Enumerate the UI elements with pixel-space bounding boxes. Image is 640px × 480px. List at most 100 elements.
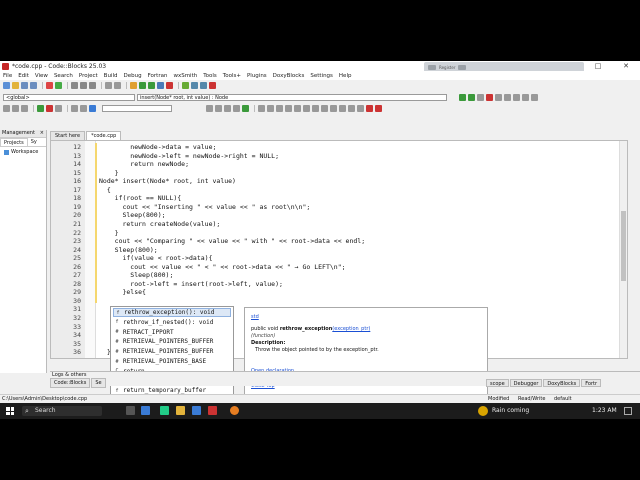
- chart-icon[interactable]: [321, 105, 328, 112]
- bookmark-clear-icon[interactable]: [513, 93, 520, 101]
- abort-icon[interactable]: [166, 81, 173, 89]
- open-file-icon[interactable]: [12, 81, 19, 89]
- find-prev-icon[interactable]: [71, 105, 78, 112]
- autocomplete-item[interactable]: # RETRIEVAL_POINTERS_BUFFER: [113, 337, 231, 346]
- scrollbar-thumb[interactable]: [621, 211, 626, 281]
- tab-doxyblocks[interactable]: DoxyBlocks: [543, 379, 581, 387]
- code-line[interactable]: return newNode;: [99, 160, 189, 168]
- chart2-icon[interactable]: [330, 105, 337, 112]
- zoom-out-icon[interactable]: [357, 105, 364, 112]
- code-line[interactable]: newNode->left = newNode->right = NULL;: [99, 152, 279, 160]
- autocomplete-item[interactable]: f rethrow_exception(): void: [113, 308, 231, 317]
- file-explorer-icon[interactable]: [176, 406, 185, 415]
- undo-icon[interactable]: [46, 81, 53, 89]
- save-all-icon[interactable]: [30, 81, 37, 89]
- paste-icon[interactable]: [89, 81, 96, 89]
- find-icon[interactable]: [105, 81, 112, 89]
- error-icon[interactable]: [46, 105, 53, 112]
- symbol-combo[interactable]: insert(Node* root, int value) : Node: [137, 93, 447, 101]
- regex-combo[interactable]: [102, 105, 172, 112]
- arrow-down-icon[interactable]: [233, 105, 240, 112]
- doc-namespace-link[interactable]: std: [251, 314, 259, 320]
- jump-icon[interactable]: [477, 93, 484, 101]
- menu-view[interactable]: View: [35, 73, 48, 79]
- menu-search[interactable]: Search: [54, 73, 73, 79]
- c-icon[interactable]: [375, 105, 382, 112]
- match-icon[interactable]: [55, 105, 62, 112]
- clock[interactable]: 1:23 AM: [592, 406, 617, 416]
- autocomplete-item[interactable]: f rethrow_if_nested(): void: [113, 318, 231, 327]
- tab-cscope[interactable]: scope: [486, 379, 509, 387]
- code-line[interactable]: Sleep(800);: [99, 271, 173, 279]
- code-line[interactable]: }: [99, 169, 119, 177]
- menu-settings[interactable]: Settings: [310, 73, 333, 79]
- loop-icon[interactable]: [312, 105, 319, 112]
- scope-combo[interactable]: <global>: [3, 93, 135, 101]
- code-line[interactable]: Sleep(800);: [99, 246, 158, 254]
- rebuild-icon[interactable]: [157, 81, 164, 89]
- code-line[interactable]: }: [99, 348, 111, 356]
- tab-search-results[interactable]: Se: [91, 378, 106, 388]
- codeblocks-taskbar-icon[interactable]: [208, 406, 217, 415]
- debug-stop-icon[interactable]: [209, 81, 216, 89]
- menu-plugins[interactable]: Plugins: [247, 73, 267, 79]
- autocomplete-item[interactable]: # RETRIEVAL_POINTERS_BASE: [113, 357, 231, 366]
- code-line[interactable]: return createNode(value);: [99, 220, 220, 228]
- workspace-node[interactable]: Workspace: [0, 147, 46, 155]
- firefox-icon[interactable]: [230, 406, 239, 415]
- code-line[interactable]: }else{: [99, 288, 146, 296]
- bookmark-next-icon[interactable]: [504, 93, 511, 101]
- code-line[interactable]: if(value < root->data){: [99, 254, 212, 262]
- menu-edit[interactable]: Edit: [18, 73, 29, 79]
- menu-fortran[interactable]: Fortran: [148, 73, 168, 79]
- maximize-button[interactable]: □: [584, 61, 612, 71]
- menu-help[interactable]: Help: [339, 73, 352, 79]
- pointer-icon[interactable]: [258, 105, 265, 112]
- menu-doxyblocks[interactable]: DoxyBlocks: [273, 73, 305, 79]
- toggle-icon[interactable]: [21, 105, 28, 112]
- nav-back-icon[interactable]: [459, 93, 466, 101]
- zoom-in-icon[interactable]: [348, 105, 355, 112]
- menu-build[interactable]: Build: [104, 73, 118, 79]
- select-icon[interactable]: [242, 105, 249, 112]
- menu-debug[interactable]: Debug: [123, 73, 141, 79]
- rhombus-icon[interactable]: [294, 105, 301, 112]
- doc-signature-param[interactable]: (exception_ptr): [332, 326, 370, 332]
- menu-file[interactable]: File: [3, 73, 12, 79]
- replace-icon[interactable]: [114, 81, 121, 89]
- tab-fortran[interactable]: Fortr: [581, 379, 602, 387]
- arrow-left-icon[interactable]: [206, 105, 213, 112]
- code-line[interactable]: Node* insert(Node* root, int value): [99, 177, 236, 185]
- close-button[interactable]: ✕: [612, 61, 640, 71]
- copy-icon[interactable]: [80, 81, 87, 89]
- code-line[interactable]: cout << "Inserting " << value << " as ro…: [99, 203, 310, 211]
- bookmark-prev-icon[interactable]: [495, 93, 502, 101]
- tab-start-here[interactable]: Start here: [50, 131, 86, 140]
- widgets-icon[interactable]: [141, 406, 150, 415]
- build-icon[interactable]: [130, 81, 137, 89]
- tab-projects[interactable]: Projects: [0, 138, 28, 146]
- tab-code-cpp[interactable]: *code.cpp: [86, 131, 122, 140]
- code-line[interactable]: if(root == NULL){: [99, 194, 182, 202]
- menu-wxsmith[interactable]: wxSmith: [173, 73, 197, 79]
- task-view-icon[interactable]: [126, 406, 135, 415]
- rect-icon[interactable]: [267, 105, 274, 112]
- windows-start-icon[interactable]: [6, 407, 14, 415]
- zoom-icon[interactable]: [89, 105, 96, 112]
- menu-tools-plus[interactable]: Tools+: [223, 73, 241, 79]
- code-line[interactable]: cout << "Comparing " << value << " with …: [99, 237, 365, 245]
- management-close-icon[interactable]: ×: [40, 130, 44, 137]
- debug-next-icon[interactable]: [200, 81, 207, 89]
- autocomplete-item[interactable]: # RETRACT_IPPORT: [113, 328, 231, 337]
- tab-debugger[interactable]: Debugger: [509, 379, 543, 387]
- diamond-icon[interactable]: [285, 105, 292, 112]
- taskbar-search-box[interactable]: ⌕ Search: [22, 406, 102, 416]
- bookmark-icon[interactable]: [486, 93, 493, 101]
- menu-tools[interactable]: Tools: [203, 73, 217, 79]
- tab-codeblocks-log[interactable]: Code::Blocks: [50, 378, 91, 388]
- new-file-icon[interactable]: [3, 81, 10, 89]
- run-icon[interactable]: [139, 81, 146, 89]
- debug-start-icon[interactable]: [182, 81, 189, 89]
- notification-icon[interactable]: [624, 407, 632, 415]
- autocomplete-item[interactable]: # RETRIEVAL_POINTERS_BUFFER: [113, 347, 231, 356]
